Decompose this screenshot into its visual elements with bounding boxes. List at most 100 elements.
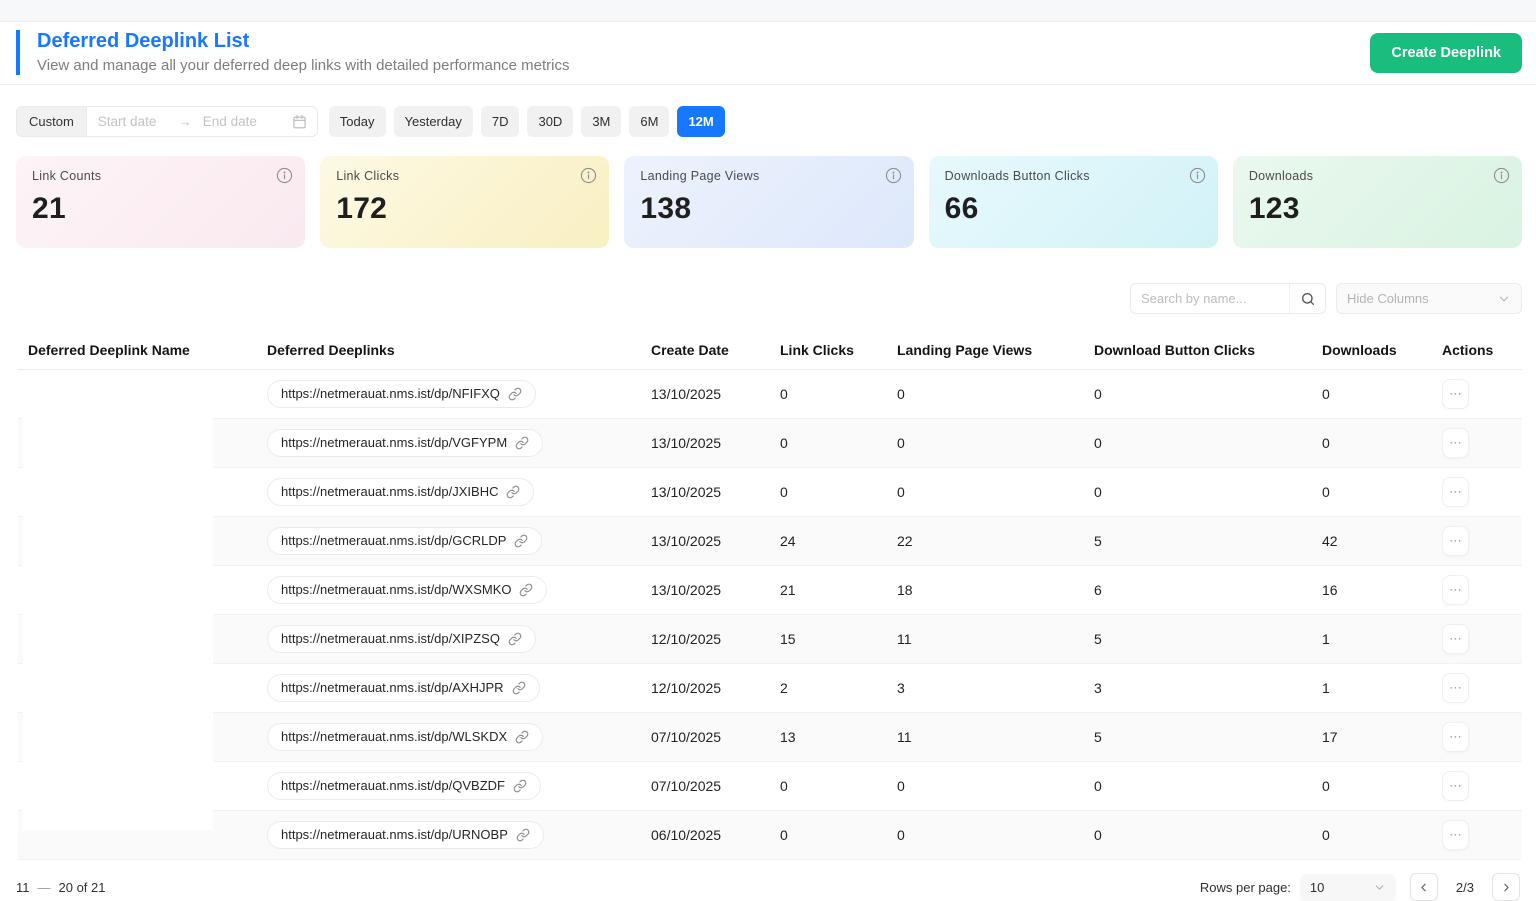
date-range-picker[interactable]: Custom → <box>16 106 318 137</box>
row-actions-button[interactable]: ⋯ <box>1442 820 1469 850</box>
landing-page-views-cell: 0 <box>897 468 1094 517</box>
page-header: Deferred Deeplink List View and manage a… <box>0 22 1536 85</box>
rows-per-page-label: Rows per page: <box>1200 880 1291 895</box>
column-header-downloads: Downloads <box>1322 333 1442 370</box>
info-icon[interactable] <box>1189 167 1206 184</box>
link-clicks-cell: 0 <box>780 762 897 811</box>
row-actions-button[interactable]: ⋯ <box>1442 379 1469 409</box>
deeplink-url-chip[interactable]: https://netmerauat.nms.ist/dp/VGFYPM <box>267 429 543 457</box>
info-icon[interactable] <box>276 167 293 184</box>
stat-card-downloads: Downloads 123 <box>1233 156 1522 248</box>
hide-columns-dropdown[interactable]: Hide Columns <box>1336 283 1522 314</box>
preset-30d-button[interactable]: 30D <box>527 106 573 137</box>
deeplink-url-chip[interactable]: https://netmerauat.nms.ist/dp/WXSMKO <box>267 576 547 604</box>
top-strip <box>0 0 1536 22</box>
link-icon <box>508 632 522 646</box>
preset-yesterday-button[interactable]: Yesterday <box>394 106 473 137</box>
deeplink-url-chip[interactable]: https://netmerauat.nms.ist/dp/AXHJPR <box>267 674 540 702</box>
deeplink-url-chip[interactable]: https://netmerauat.nms.ist/dp/JXIBHC <box>267 478 534 506</box>
create-deeplink-button[interactable]: Create Deeplink <box>1370 33 1522 73</box>
row-actions-button[interactable]: ⋯ <box>1442 771 1469 801</box>
deeplink-url: https://netmerauat.nms.ist/dp/URNOBP <box>281 827 508 843</box>
link-icon <box>513 779 527 793</box>
downloads-cell: 16 <box>1322 566 1442 615</box>
next-page-button[interactable] <box>1492 873 1520 901</box>
link-icon <box>516 828 530 842</box>
link-clicks-cell: 0 <box>780 468 897 517</box>
column-header-name: Deferred Deeplink Name <box>18 333 267 370</box>
table-row: https://netmerauat.nms.ist/dp/JXIBHC 13/… <box>18 468 1522 517</box>
row-actions-button[interactable]: ⋯ <box>1442 722 1469 752</box>
info-icon[interactable] <box>1493 167 1510 184</box>
deeplink-url-chip[interactable]: https://netmerauat.nms.ist/dp/XIPZSQ <box>267 625 536 653</box>
create-date-cell: 13/10/2025 <box>651 468 780 517</box>
deeplink-url-chip[interactable]: https://netmerauat.nms.ist/dp/QVBZDF <box>267 772 541 800</box>
deeplink-url-chip[interactable]: https://netmerauat.nms.ist/dp/URNOBP <box>267 821 544 849</box>
link-icon <box>515 730 529 744</box>
link-icon <box>506 485 520 499</box>
download-button-clicks-cell: 5 <box>1094 517 1322 566</box>
table-row: https://netmerauat.nms.ist/dp/WLSKDX 07/… <box>18 713 1522 762</box>
downloads-cell: 17 <box>1322 713 1442 762</box>
preset-6m-button[interactable]: 6M <box>629 106 669 137</box>
preset-7d-button[interactable]: 7D <box>481 106 520 137</box>
download-button-clicks-cell: 0 <box>1094 468 1322 517</box>
row-actions-button[interactable]: ⋯ <box>1442 624 1469 654</box>
stat-card-label: Downloads <box>1249 169 1506 183</box>
link-icon <box>514 534 528 548</box>
create-date-cell: 07/10/2025 <box>651 762 780 811</box>
create-date-cell: 07/10/2025 <box>651 713 780 762</box>
deeplink-url: https://netmerauat.nms.ist/dp/WLSKDX <box>281 729 507 745</box>
row-actions-button[interactable]: ⋯ <box>1442 477 1469 507</box>
deeplink-url-chip[interactable]: https://netmerauat.nms.ist/dp/WLSKDX <box>267 723 543 751</box>
table-row: https://netmerauat.nms.ist/dp/NFIFXQ 13/… <box>18 370 1522 419</box>
deeplink-url: https://netmerauat.nms.ist/dp/AXHJPR <box>281 680 504 696</box>
deeplink-url: https://netmerauat.nms.ist/dp/NFIFXQ <box>281 386 500 402</box>
downloads-cell: 42 <box>1322 517 1442 566</box>
column-header-deeplinks: Deferred Deeplinks <box>267 333 651 370</box>
deeplink-url-chip[interactable]: https://netmerauat.nms.ist/dp/NFIFXQ <box>267 380 536 408</box>
download-button-clicks-cell: 0 <box>1094 419 1322 468</box>
create-date-cell: 12/10/2025 <box>651 615 780 664</box>
range-end: 20 of 21 <box>59 880 106 895</box>
info-icon[interactable] <box>580 167 597 184</box>
search-input[interactable] <box>1131 284 1289 313</box>
preset-today-button[interactable]: Today <box>329 106 386 137</box>
search-icon[interactable] <box>1289 284 1325 313</box>
row-actions-button[interactable]: ⋯ <box>1442 526 1469 556</box>
column-header-actions: Actions <box>1442 333 1522 370</box>
deeplink-url-chip[interactable]: https://netmerauat.nms.ist/dp/GCRLDP <box>267 527 542 555</box>
preset-3m-button[interactable]: 3M <box>581 106 621 137</box>
rows-per-page-select[interactable]: 10 <box>1300 874 1396 901</box>
end-date-input[interactable] <box>192 107 284 136</box>
name-column-mask <box>23 371 213 830</box>
row-actions-button[interactable]: ⋯ <box>1442 428 1469 458</box>
preset-12m-button[interactable]: 12M <box>677 106 724 137</box>
table-row: https://netmerauat.nms.ist/dp/XIPZSQ 12/… <box>18 615 1522 664</box>
landing-page-views-cell: 22 <box>897 517 1094 566</box>
downloads-cell: 1 <box>1322 615 1442 664</box>
row-actions-button[interactable]: ⋯ <box>1442 575 1469 605</box>
download-button-clicks-cell: 0 <box>1094 811 1322 860</box>
stat-card-label: Link Clicks <box>336 169 593 183</box>
stat-card-value: 66 <box>945 192 1202 226</box>
deeplink-url: https://netmerauat.nms.ist/dp/VGFYPM <box>281 435 507 451</box>
link-clicks-cell: 2 <box>780 664 897 713</box>
info-icon[interactable] <box>885 167 902 184</box>
table-row: https://netmerauat.nms.ist/dp/AXHJPR 12/… <box>18 664 1522 713</box>
table-toolbar: Hide Columns <box>0 248 1536 314</box>
deeplink-url: https://netmerauat.nms.ist/dp/GCRLDP <box>281 533 506 549</box>
create-date-cell: 13/10/2025 <box>651 566 780 615</box>
landing-page-views-cell: 18 <box>897 566 1094 615</box>
link-icon <box>515 436 529 450</box>
row-actions-button[interactable]: ⋯ <box>1442 673 1469 703</box>
link-icon <box>519 583 533 597</box>
downloads-cell: 1 <box>1322 664 1442 713</box>
start-date-input[interactable] <box>87 107 179 136</box>
range-separator: — <box>38 880 51 895</box>
previous-page-button[interactable] <box>1410 873 1438 901</box>
download-button-clicks-cell: 5 <box>1094 713 1322 762</box>
link-clicks-cell: 0 <box>780 811 897 860</box>
landing-page-views-cell: 3 <box>897 664 1094 713</box>
range-arrow-icon: → <box>179 107 192 136</box>
